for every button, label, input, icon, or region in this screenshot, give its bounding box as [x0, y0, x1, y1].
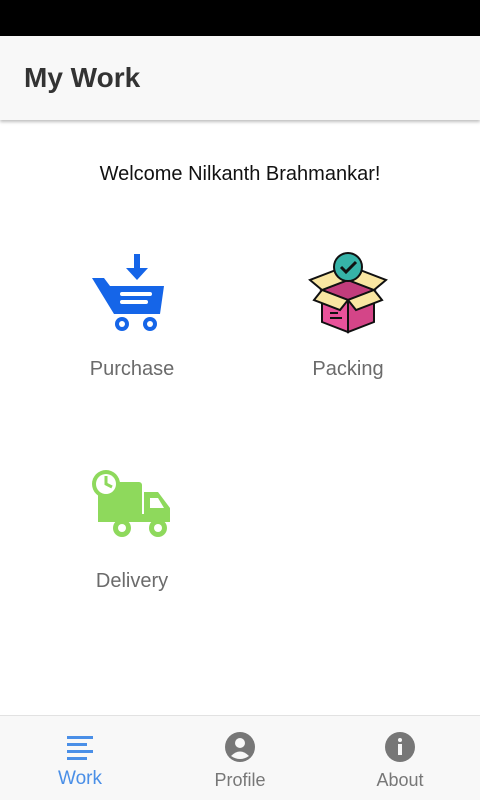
info-icon — [385, 732, 415, 762]
purchase-label: Purchase — [89, 358, 175, 380]
nav-item-about[interactable]: About — [320, 716, 480, 800]
list-icon — [67, 736, 93, 760]
nav-item-profile[interactable]: Profile — [160, 716, 320, 800]
shopping-cart-download-icon — [92, 254, 164, 331]
page-title: My Work — [24, 62, 141, 93]
nav-item-work[interactable]: Work — [0, 716, 160, 800]
status-bar — [0, 0, 480, 36]
delivery-tile[interactable]: Delivery — [42, 462, 222, 612]
open-box-check-icon — [308, 252, 388, 334]
packing-label: Packing — [312, 358, 384, 380]
nav-label-profile: Profile — [214, 770, 266, 790]
app-bar: My Work — [0, 36, 480, 120]
packing-tile[interactable]: Packing — [258, 250, 438, 400]
purchase-tile[interactable]: Purchase — [42, 250, 222, 400]
delivery-label: Delivery — [95, 570, 169, 592]
delivery-truck-clock-icon — [92, 470, 170, 537]
bottom-navigation: Work Profile About — [0, 715, 480, 800]
nav-label-about: About — [376, 770, 424, 790]
account-circle-icon — [225, 732, 255, 762]
nav-label-work: Work — [58, 768, 102, 789]
welcome-message: Welcome Nilkanth Brahmankar! — [99, 163, 381, 185]
